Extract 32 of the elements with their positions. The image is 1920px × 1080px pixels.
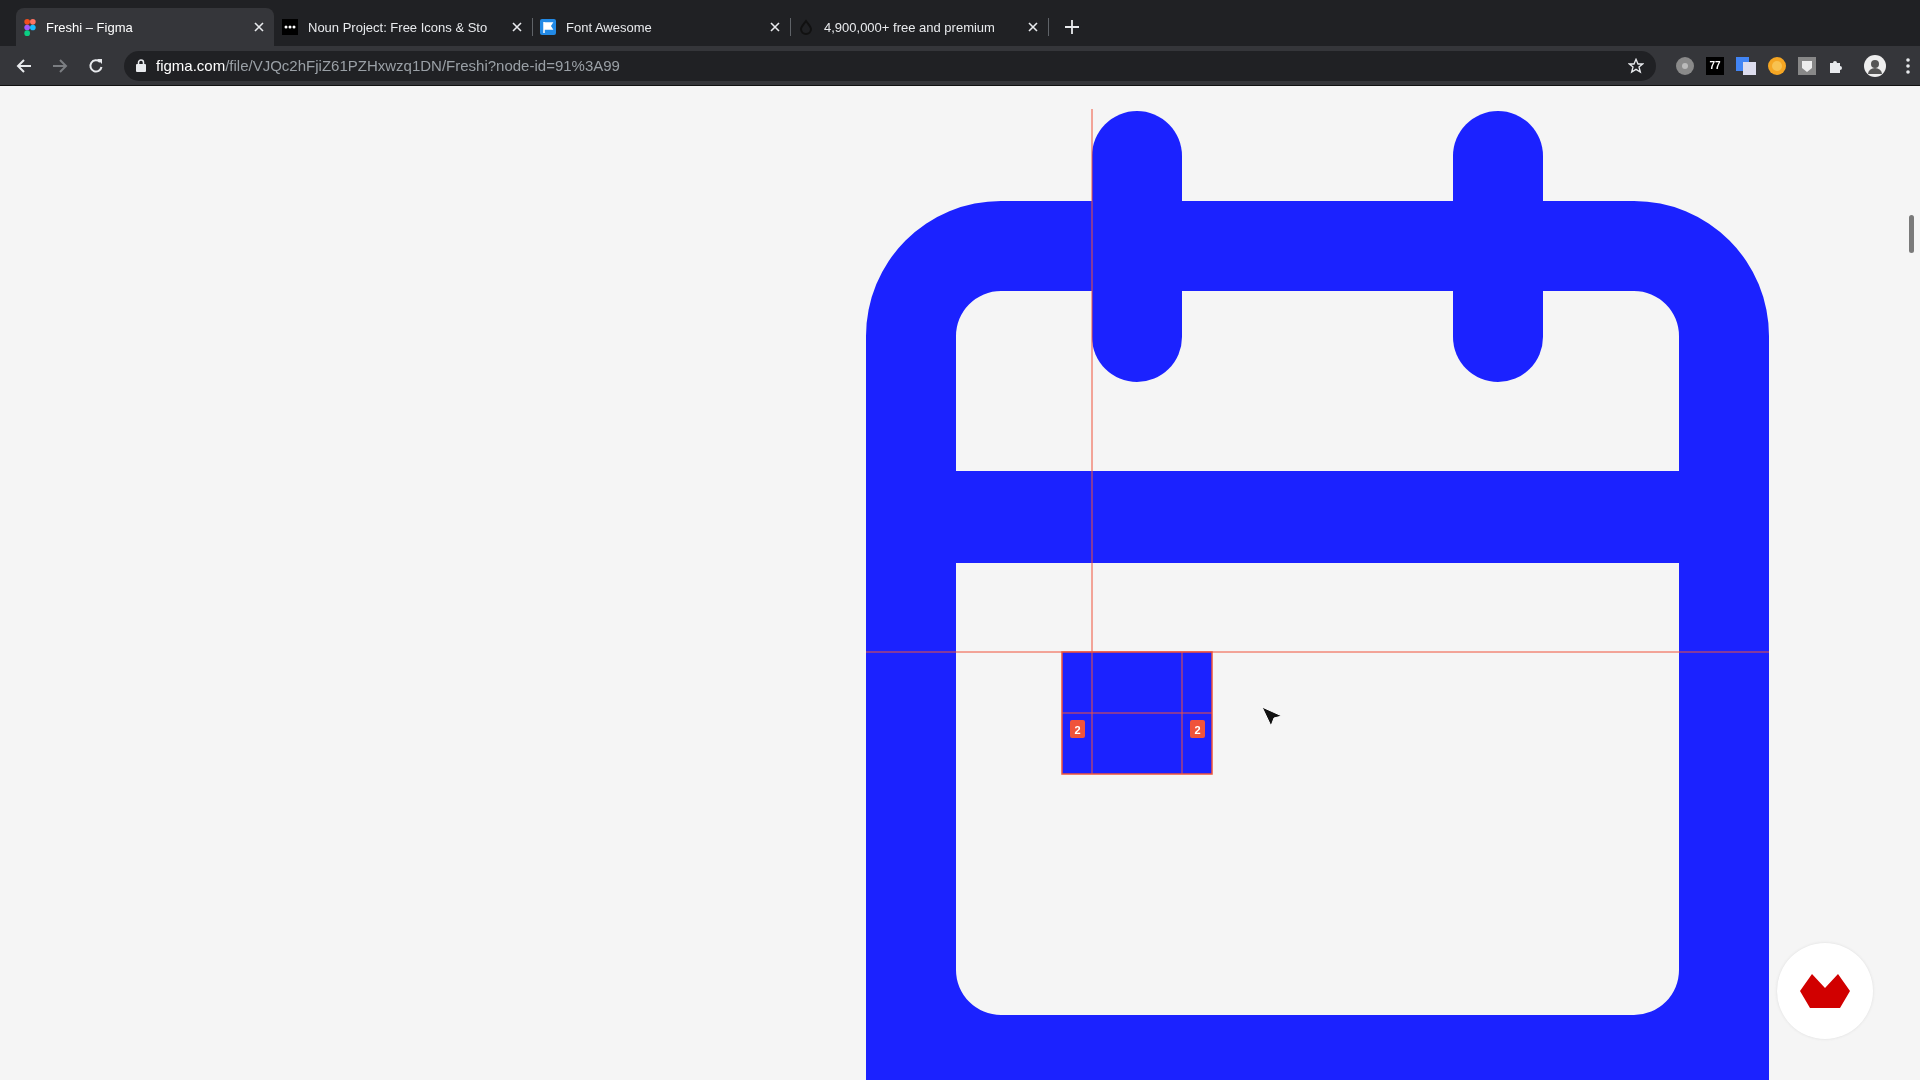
logo-icon: [1800, 974, 1850, 1008]
extension-icon[interactable]: [1676, 56, 1694, 75]
address-bar[interactable]: figma.com/file/VJQc2hFjiZ61PZHxwzq1DN/Freshi?node-id=91%3A99: [124, 50, 1656, 81]
scrollbar-thumb[interactable]: [1909, 215, 1914, 253]
close-icon[interactable]: [512, 22, 522, 32]
browser-tab[interactable]: Font Awesome: [532, 8, 790, 46]
browser-tab[interactable]: Freshi – Figma: [16, 8, 274, 46]
close-icon[interactable]: [770, 22, 780, 32]
lock-icon: [136, 59, 146, 72]
star-icon[interactable]: [1628, 57, 1644, 74]
extension-icon[interactable]: [1798, 56, 1816, 75]
dots-icon: [282, 19, 298, 35]
new-tab-icon[interactable]: [1065, 20, 1079, 34]
measurement-label: 2: [1190, 720, 1205, 738]
close-icon[interactable]: [254, 22, 264, 32]
measurement-label: 2: [1070, 720, 1085, 738]
forward-icon[interactable]: [52, 57, 68, 74]
browser-tab[interactable]: 4,900,000+ free and premium: [790, 8, 1048, 46]
avatar-icon[interactable]: [1864, 54, 1886, 77]
back-icon[interactable]: [16, 57, 32, 74]
selected-rectangle[interactable]: [1061, 651, 1213, 775]
close-icon[interactable]: [1028, 22, 1038, 32]
browser-tab[interactable]: Noun Project: Free Icons & Sto: [274, 8, 532, 46]
translate-icon[interactable]: [1736, 56, 1756, 75]
extension-icon[interactable]: 77: [1706, 56, 1724, 75]
cursor-icon: [1261, 706, 1283, 727]
figma-logo-icon: [24, 18, 36, 36]
coin-icon[interactable]: [1768, 56, 1786, 75]
reload-icon[interactable]: [88, 57, 104, 74]
url-text: figma.com/file/VJQc2hFjiZ61PZHxwzq1DN/Freshi?node-id=91%3A99: [156, 57, 621, 74]
menu-icon[interactable]: [1906, 57, 1910, 74]
flag-icon: [540, 19, 556, 35]
